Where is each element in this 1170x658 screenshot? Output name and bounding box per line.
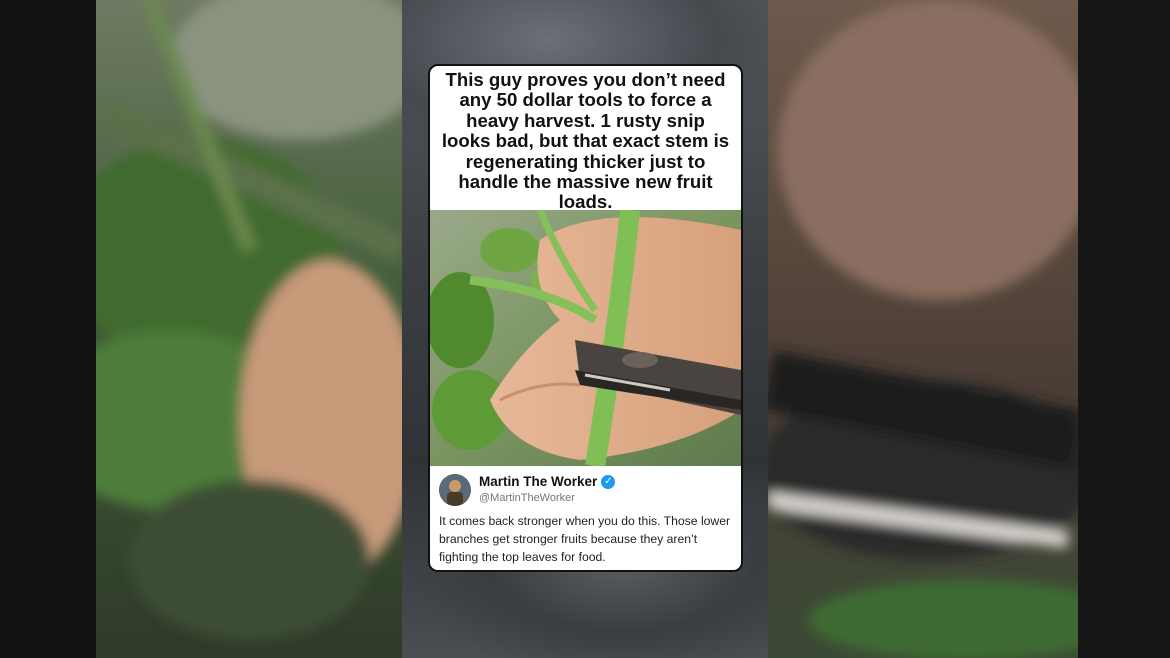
avatar-image: [439, 474, 471, 506]
blurred-plant-image-right: [768, 0, 1170, 658]
blurred-background-right: [768, 0, 1170, 658]
post-card: This guy proves you don’t need any 50 do…: [428, 64, 743, 572]
plant-stem-with-pliers-image: [430, 210, 741, 466]
pruning-photo: [430, 210, 741, 466]
author-handle[interactable]: @MartinTheWorker: [479, 492, 575, 504]
verified-check-icon: ✓: [601, 474, 616, 489]
tweet-text: It comes back stronger when you do this.…: [439, 514, 731, 564]
author-name[interactable]: Martin The Worker: [479, 474, 597, 489]
caption-text: This guy proves you don’t need any 50 do…: [441, 69, 730, 213]
quoted-tweet[interactable]: Martin The Worker ✓ @MartinTheWorker It …: [430, 466, 741, 570]
author-row: Martin The Worker ✓: [479, 474, 616, 489]
blurred-background-left: [0, 0, 402, 658]
avatar[interactable]: [439, 474, 471, 506]
blurred-plant-image-left: [0, 0, 402, 658]
